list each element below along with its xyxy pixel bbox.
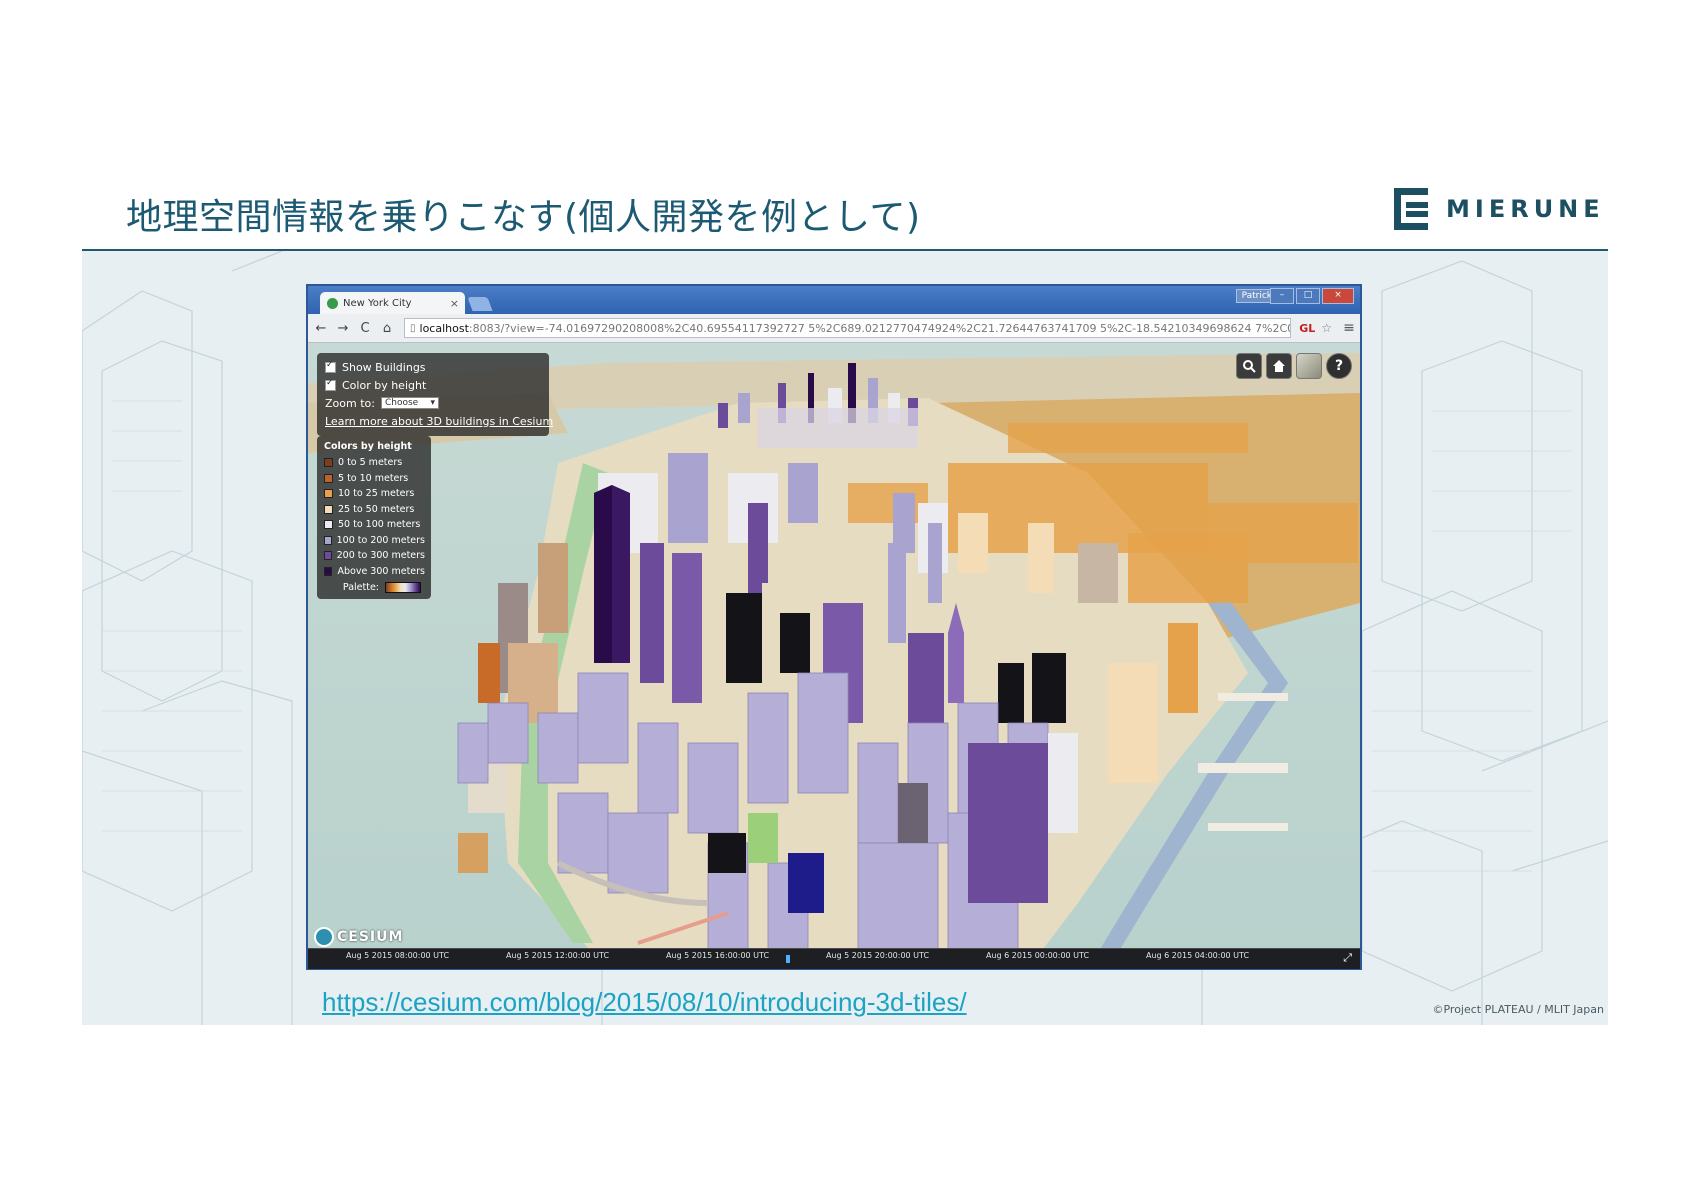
color-by-height-label: Color by height <box>342 378 427 392</box>
gl-extension-icon[interactable]: GL <box>1299 322 1315 335</box>
color-by-height-checkbox[interactable] <box>325 378 336 391</box>
legend-item: 200 to 300 meters <box>324 548 425 564</box>
legend-item: 25 to 50 meters <box>324 502 425 518</box>
learn-more-row: Learn more about 3D buildings in Cesium <box>325 412 553 430</box>
3d-city-scene[interactable] <box>308 343 1360 969</box>
legend-item: 10 to 25 meters <box>324 486 425 502</box>
address-bar[interactable]: ▯ localhost :8083/?view=-74.016972902080… <box>404 318 1292 338</box>
show-buildings-row[interactable]: Show Buildings <box>325 358 541 376</box>
viewer-controls-panel: Show Buildings Color by height Zoom to: … <box>317 353 553 436</box>
window-controls: – □ × <box>1268 288 1354 304</box>
legend-swatch <box>324 535 332 545</box>
legend-item: 100 to 200 meters <box>324 533 425 549</box>
legend-label: 100 to 200 meters <box>336 534 425 546</box>
browser-toolbar: ← → C ⌂ ▯ localhost :8083/?view=-74.0169… <box>308 314 1360 343</box>
brand-name: MIERUNE <box>1446 195 1605 223</box>
home-icon[interactable] <box>1266 353 1292 379</box>
close-window-button[interactable]: × <box>1322 288 1354 304</box>
legend-label: 5 to 10 meters <box>338 472 409 484</box>
zoom-to-value: Choose <box>384 398 419 408</box>
legend-item: Above 300 meters <box>324 564 425 580</box>
palette-label: Palette: <box>342 581 379 593</box>
zoom-to-row: Zoom to: Choose ▾ <box>325 394 541 412</box>
tab-title: New York City <box>343 297 412 309</box>
palette-row: Palette: <box>324 579 421 595</box>
new-tab-button[interactable] <box>467 297 493 311</box>
show-buildings-checkbox[interactable] <box>325 360 336 373</box>
viewer-toolbar: ? <box>1232 353 1352 379</box>
chevron-down-icon: ▾ <box>430 398 435 408</box>
back-icon[interactable]: ← <box>312 321 330 336</box>
url-path: :8083/?view=-74.01697290208008%2C40.6955… <box>468 321 1292 335</box>
bookmark-star-icon[interactable]: ☆ <box>1321 321 1332 335</box>
height-color-legend: Colors by height 0 to 5 meters 5 to 10 me… <box>317 436 431 599</box>
legend-label: 200 to 300 meters <box>336 550 425 562</box>
timeline-tick: Aug 6 2015 04:00:00 UTC <box>1146 951 1250 960</box>
legend-label: 25 to 50 meters <box>338 503 415 515</box>
page-icon: ▯ <box>410 322 416 334</box>
legend-item: 5 to 10 meters <box>324 471 425 487</box>
maximize-button[interactable]: □ <box>1296 288 1320 304</box>
url-host: localhost <box>419 321 469 335</box>
help-icon[interactable]: ? <box>1326 353 1352 379</box>
fullscreen-icon[interactable]: ⤢ <box>1343 951 1352 965</box>
minimize-button[interactable]: – <box>1270 288 1294 304</box>
legend-swatch <box>324 566 333 576</box>
cesium-logo[interactable]: CESIUM <box>314 927 403 947</box>
zoom-to-label: Zoom to: <box>325 396 375 410</box>
mierune-logo: MIERUNE <box>1392 186 1605 232</box>
source-link[interactable]: https://cesium.com/blog/2015/08/10/intro… <box>322 987 967 1018</box>
forward-icon[interactable]: → <box>334 321 352 336</box>
reload-icon[interactable]: C <box>356 321 374 336</box>
slide-title: 地理空間情報を乗りこなす(個人開発を例として) <box>126 197 921 238</box>
legend-label: 50 to 100 meters <box>338 519 421 531</box>
plateau-credit: ©Project PLATEAU / MLIT Japan <box>1432 1003 1604 1016</box>
timeline-needle[interactable] <box>786 955 790 963</box>
timeline-tick: Aug 5 2015 08:00:00 UTC <box>346 951 450 960</box>
cesium-logo-text: CESIUM <box>337 929 404 945</box>
timeline-tick: Aug 5 2015 20:00:00 UTC <box>826 951 930 960</box>
legend-title: Colors by height <box>324 441 412 452</box>
cesium-viewer[interactable]: Show Buildings Color by height Zoom to: … <box>308 343 1360 969</box>
legend-swatch <box>324 489 333 499</box>
legend-swatch <box>324 551 332 561</box>
legend-swatch <box>324 458 333 468</box>
mierune-logo-mark <box>1394 188 1428 230</box>
browser-window: New York City × Patrick – □ × ← → C ⌂ ▯ … <box>306 284 1362 970</box>
legend-swatch <box>324 473 333 483</box>
timeline[interactable]: Aug 5 2015 08:00:00 UTC Aug 5 2015 12:00… <box>308 948 1360 969</box>
legend-label: Above 300 meters <box>337 565 425 577</box>
legend-swatch <box>324 504 333 514</box>
search-icon[interactable] <box>1236 353 1262 379</box>
home-page-icon[interactable]: ⌂ <box>378 321 396 336</box>
zoom-to-select[interactable]: Choose ▾ <box>380 397 439 409</box>
palette-swatch[interactable] <box>385 581 421 593</box>
legend-item: 0 to 5 meters <box>324 455 425 471</box>
legend-item: 50 to 100 meters <box>324 517 425 533</box>
legend-label: 0 to 5 meters <box>338 457 403 469</box>
cesium-globe-icon <box>314 927 334 947</box>
cesium-favicon-icon <box>327 297 338 309</box>
geocoder-icon[interactable] <box>1296 353 1322 379</box>
browser-menu-icon[interactable]: ≡ <box>1338 320 1360 336</box>
show-buildings-label: Show Buildings <box>342 360 426 374</box>
legend-label: 10 to 25 meters <box>338 488 415 500</box>
timeline-tick: Aug 5 2015 16:00:00 UTC <box>666 951 770 960</box>
legend-swatch <box>324 520 333 530</box>
browser-titlebar: New York City × Patrick – □ × <box>308 286 1360 314</box>
tab-close-icon[interactable]: × <box>450 297 459 310</box>
timeline-tick: Aug 6 2015 00:00:00 UTC <box>986 951 1090 960</box>
timeline-tick: Aug 5 2015 12:00:00 UTC <box>506 951 610 960</box>
tab-new-york-city[interactable]: New York City × <box>320 292 465 314</box>
color-by-height-row[interactable]: Color by height <box>325 376 541 394</box>
learn-more-link[interactable]: Learn more about 3D buildings in Cesium <box>325 415 553 428</box>
